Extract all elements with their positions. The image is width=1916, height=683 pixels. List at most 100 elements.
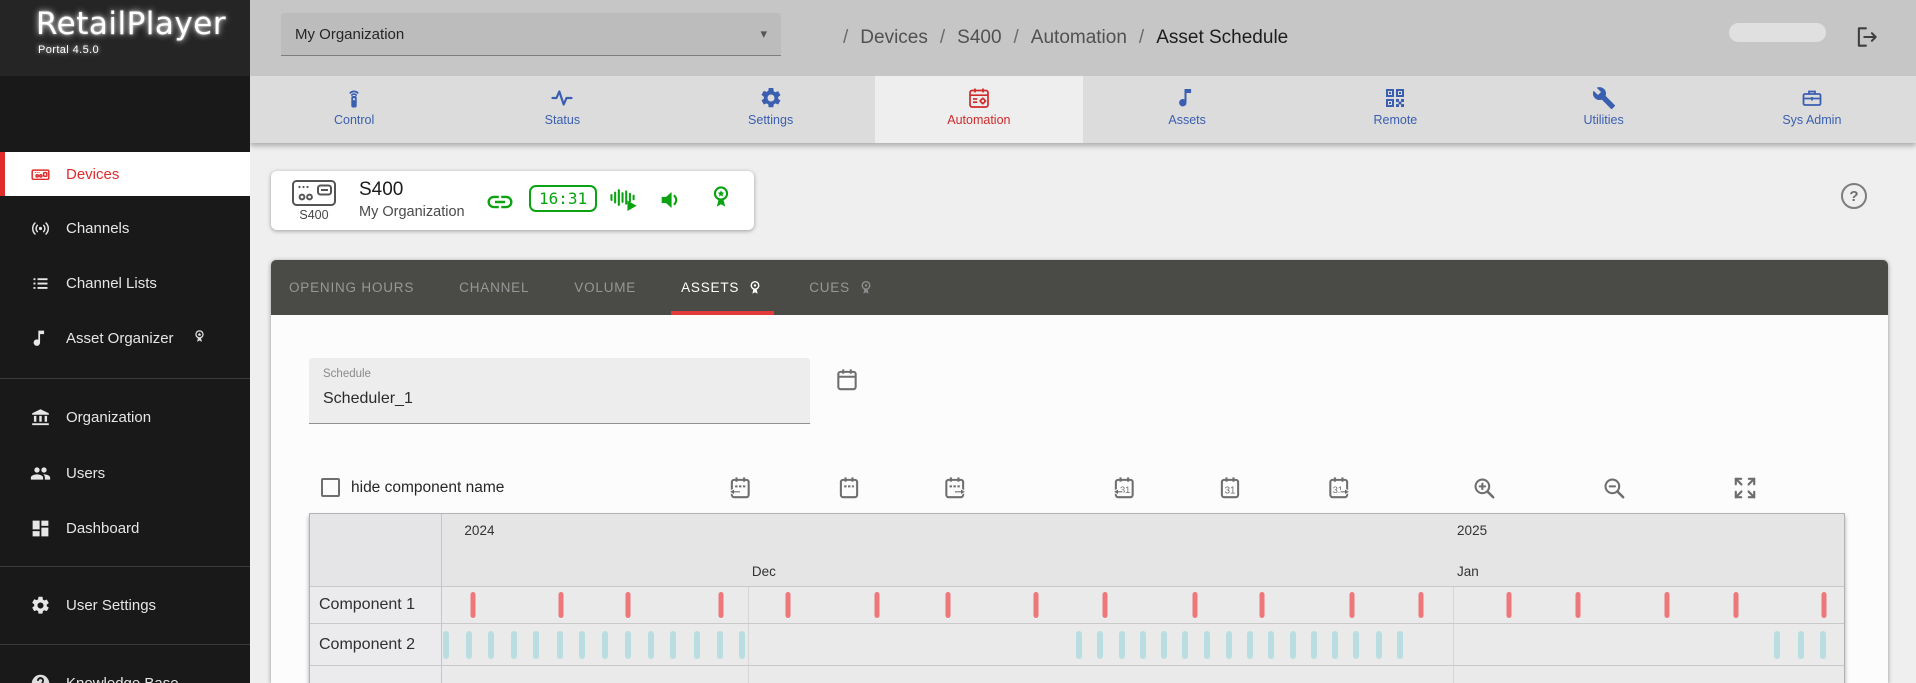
breadcrumb-separator: / (843, 27, 848, 49)
timeline-row-track (442, 666, 1844, 683)
schedule-tick (1192, 592, 1197, 618)
fullscreen-button[interactable] (1732, 475, 1758, 501)
asset-schedule-timeline[interactable]: 20242025 DecJan Component 1 Component 2 (309, 513, 1845, 683)
tab-utilities[interactable]: Utilities (1500, 76, 1708, 143)
subtab-opening-hours[interactable]: OPENING HOURS (289, 260, 414, 315)
tab-assets[interactable]: Assets (1083, 76, 1291, 143)
timeline-row-track (442, 587, 1844, 623)
breadcrumb-separator: / (940, 27, 945, 49)
schedule-tick (1076, 631, 1082, 659)
next-month-button[interactable]: 31 (1326, 475, 1352, 501)
schedule-tick (470, 592, 475, 618)
wrench-icon (1592, 86, 1616, 110)
breadcrumb-item-devices[interactable]: Devices (860, 27, 928, 49)
device-tabbar: Control Status Settings Automation Asset… (250, 76, 1916, 143)
schedule-calendar-picker-button[interactable] (834, 367, 860, 393)
tab-label: Control (334, 113, 374, 127)
sys-admin-icon (1800, 86, 1824, 110)
remote-control-icon (342, 86, 366, 110)
tab-settings[interactable]: Settings (667, 76, 875, 143)
topbar: My Organization ▾ / Devices / S400 / Aut… (250, 0, 1916, 76)
previous-month-button[interactable]: 31 (1111, 475, 1137, 501)
sidebar-item-label: Users (66, 465, 105, 482)
schedule-tick (1247, 631, 1253, 659)
sidebar-item-users[interactable]: Users (0, 451, 250, 495)
tab-automation[interactable]: Automation (875, 76, 1083, 143)
schedule-tick (602, 631, 608, 659)
breadcrumb-separator: / (1014, 27, 1019, 49)
link-status-icon (485, 187, 515, 217)
sidebar-divider (0, 566, 250, 567)
schedule-tick (559, 592, 564, 618)
timeline-row-component-2[interactable]: Component 2 (310, 623, 1844, 665)
schedule-tick (1097, 631, 1103, 659)
tab-status[interactable]: Status (458, 76, 666, 143)
retailplayer-portal: RetailPlayer Portal 4.5.0 Devices Channe… (0, 0, 1916, 683)
broadcast-icon (30, 218, 51, 239)
device-card[interactable]: S400 S400 My Organization 16:31 (271, 171, 754, 230)
sidebar-item-label: Channel Lists (66, 275, 157, 292)
organization-select[interactable]: My Organization ▾ (281, 13, 781, 56)
qr-code-icon (1383, 86, 1407, 110)
subtab-volume[interactable]: VOLUME (574, 260, 636, 315)
schedule-tick (533, 631, 539, 659)
schedule-tick (694, 631, 700, 659)
next-week-button[interactable] (942, 475, 968, 501)
schedule-input[interactable]: Schedule Scheduler_1 (309, 358, 810, 424)
automation-subtabs: OPENING HOURS CHANNEL VOLUME ASSETS CUES (271, 260, 1888, 315)
zoom-in-button[interactable] (1471, 475, 1497, 501)
hide-component-name-label: hide component name (351, 479, 504, 497)
zoom-out-button[interactable] (1601, 475, 1627, 501)
schedule-tick (1575, 592, 1580, 618)
sidebar-item-asset-organizer[interactable]: Asset Organizer (0, 316, 250, 360)
timeline-month-label: Dec (752, 564, 776, 579)
assets-schedule-panel: Schedule Scheduler_1 hide component name (271, 315, 1888, 683)
sidebar-divider (0, 644, 250, 645)
brand-version: Portal 4.5.0 (38, 44, 99, 56)
subtab-channel[interactable]: CHANNEL (459, 260, 529, 315)
logout-button[interactable] (1854, 24, 1880, 50)
hide-component-name-checkbox[interactable] (321, 478, 340, 497)
schedule-tick (874, 592, 879, 618)
zoom-in-icon (1471, 475, 1497, 501)
music-note-icon (1175, 86, 1199, 110)
schedule-tick (625, 631, 631, 659)
schedule-tick (946, 592, 951, 618)
subtab-label: CUES (809, 280, 850, 295)
schedule-tick (1353, 631, 1359, 659)
sidebar-item-dashboard[interactable]: Dashboard (0, 506, 250, 550)
device-model-caption: S400 (291, 208, 337, 222)
timeline-corner-cell (310, 550, 442, 586)
dashboard-icon (30, 518, 51, 539)
sidebar-item-organization[interactable]: Organization (0, 395, 250, 439)
tab-remote[interactable]: Remote (1291, 76, 1499, 143)
award-badge-icon (746, 279, 764, 297)
schedule-tick (739, 631, 745, 659)
previous-week-button[interactable] (727, 475, 753, 501)
schedule-tick (488, 631, 494, 659)
sidebar-item-knowledge-base[interactable]: Knowledge Base (0, 661, 250, 683)
help-button[interactable]: ? (1841, 183, 1867, 209)
tab-control[interactable]: Control (250, 76, 458, 143)
sidebar-item-user-settings[interactable]: User Settings (0, 583, 250, 627)
timeline-month-track: DecJan (442, 550, 1844, 586)
schedule-tick (1332, 631, 1338, 659)
schedule-tick (670, 631, 676, 659)
sidebar-item-devices[interactable]: Devices (0, 152, 250, 196)
subtab-cues[interactable]: CUES (809, 260, 875, 315)
timeline-row-component-1[interactable]: Component 1 (310, 586, 1844, 623)
sidebar-item-channel-lists[interactable]: Channel Lists (0, 261, 250, 305)
timeline-row-label: Component 1 (310, 587, 442, 623)
subtab-label: OPENING HOURS (289, 280, 414, 295)
breadcrumb-item-s400[interactable]: S400 (957, 27, 1001, 49)
current-week-button[interactable] (836, 475, 862, 501)
schedule-input-label: Schedule (323, 368, 371, 380)
breadcrumb-item-automation[interactable]: Automation (1031, 27, 1127, 49)
current-month-button[interactable]: 31 (1217, 475, 1243, 501)
sidebar-item-label: Dashboard (66, 520, 139, 537)
audio-playing-icon (609, 184, 641, 216)
timeline-row-label (310, 666, 442, 683)
subtab-assets[interactable]: ASSETS (681, 260, 764, 315)
sidebar-item-channels[interactable]: Channels (0, 206, 250, 250)
tab-sys-admin[interactable]: Sys Admin (1708, 76, 1916, 143)
